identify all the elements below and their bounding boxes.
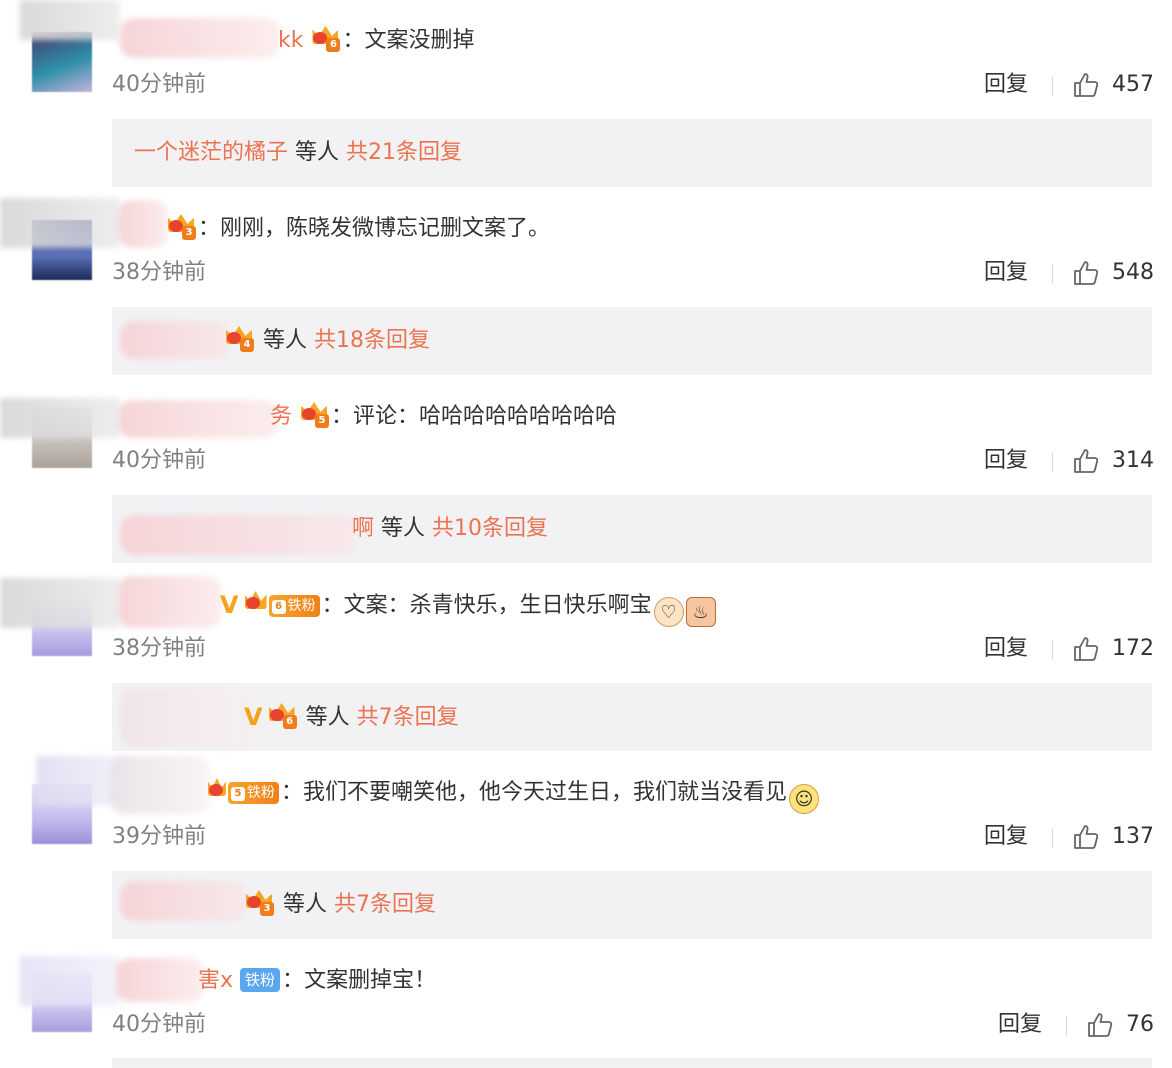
reply-button[interactable]: 回复	[984, 822, 1028, 852]
iron-fan-badge: 铁粉	[240, 968, 281, 992]
divider	[1052, 76, 1053, 96]
reply-button[interactable]: 回复	[984, 446, 1028, 476]
crown-badge-icon: 6	[310, 26, 341, 52]
blurred-reply-username	[120, 321, 230, 359]
divider	[1052, 640, 1053, 660]
kiss-emoji-icon: ♡	[653, 597, 684, 627]
blurred-reply-username	[120, 881, 248, 921]
divider	[1052, 828, 1053, 848]
blurred-username	[118, 576, 222, 628]
blurred-reply-username	[120, 689, 256, 747]
thumbs-up-icon[interactable]	[1072, 259, 1100, 287]
reply-mid-text: 等人	[283, 892, 328, 917]
divider	[1066, 1016, 1067, 1036]
reply-mid-text: 等人	[381, 516, 426, 541]
reply-preview[interactable]: 啊 等人 共10条回复	[112, 495, 1152, 563]
comment-body: kk 6 ：文案没删掉	[278, 26, 475, 53]
comment-text: 刚刚，陈晓发微博忘记删文案了。	[220, 216, 551, 241]
divider	[1052, 452, 1053, 472]
reply-username[interactable]: 一个迷茫的橘子	[134, 140, 288, 165]
dog-emoji-icon: ☺	[789, 784, 820, 814]
blurred-username	[118, 200, 168, 248]
fan-badge: 5 铁粉	[228, 782, 279, 804]
username-tail[interactable]: 害x	[198, 968, 233, 993]
username-tail[interactable]: 务	[270, 404, 292, 429]
crown-badge-icon	[243, 591, 267, 617]
comment-body: V 6 铁粉 ：文案：杀青快乐，生日快乐啊宝 ♡ ♨	[220, 590, 716, 627]
crown-badge-icon	[206, 778, 226, 804]
comment-time: 38分钟前	[112, 636, 206, 661]
crown-badge-icon: 3	[166, 214, 196, 240]
like-count: 76	[1126, 1012, 1154, 1037]
crown-badge-icon: 6	[267, 703, 297, 729]
blurred-username	[120, 18, 280, 58]
like-count: 137	[1112, 824, 1154, 849]
reply-mid-text: 等人	[263, 328, 308, 353]
vip-v-icon: V	[244, 703, 263, 731]
like-count: 457	[1112, 72, 1154, 97]
like-count: 548	[1112, 260, 1154, 285]
reply-username[interactable]: 啊	[352, 516, 374, 541]
thumbs-up-icon[interactable]	[1072, 823, 1100, 851]
comment-time: 39分钟前	[112, 824, 206, 849]
avatar[interactable]	[32, 32, 92, 92]
reply-preview[interactable]: 4 等人 共18条回复	[112, 307, 1152, 375]
reply-preview[interactable]: 3 等人 共7条回复	[112, 871, 1152, 939]
comment-time: 40分钟前	[112, 448, 206, 473]
blurred-avatar-top	[20, 0, 120, 40]
thumbs-up-icon[interactable]	[1072, 635, 1100, 663]
comment-text: 我们不要嘲笑他，他今天过生日，我们就当没看见	[303, 780, 788, 805]
reply-button[interactable]: 回复	[984, 70, 1028, 100]
blurred-avatar-top	[0, 398, 120, 438]
reply-total-link[interactable]: 共7条回复	[334, 892, 436, 917]
blurred-username	[116, 958, 204, 1002]
fan-badge: 6 铁粉	[268, 595, 320, 617]
comment-text: 文案没删掉	[364, 28, 475, 53]
crown-badge-icon: 5	[299, 402, 330, 428]
blurred-reply-username	[120, 515, 356, 555]
thumbs-up-icon[interactable]	[1072, 71, 1100, 99]
comment-body: 3 ：刚刚，陈晓发微博忘记删文案了。	[166, 214, 550, 244]
username-tail[interactable]: kk	[278, 28, 303, 53]
reply-button[interactable]: 回复	[998, 1010, 1042, 1040]
comment-body: 害x 铁粉 ：文案删掉宝！	[198, 968, 437, 993]
comment-time: 40分钟前	[112, 1012, 206, 1037]
reply-button[interactable]: 回复	[984, 258, 1028, 288]
comment-time: 38分钟前	[112, 260, 206, 285]
reply-preview-partial	[112, 1058, 1152, 1068]
comment-feed: kk 6 ：文案没删掉 40分钟前 回复 457 一个迷茫的橘子 等人 共21条回…	[0, 0, 1172, 1068]
reply-preview[interactable]: 一个迷茫的橘子 等人 共21条回复	[112, 119, 1152, 187]
reply-preview[interactable]: V6 等人 共7条回复	[112, 683, 1152, 751]
like-count: 314	[1112, 448, 1154, 473]
comment-body: 务 5 ：评论：哈哈哈哈哈哈哈哈哈	[270, 402, 618, 429]
comment-text: 文案删掉宝！	[304, 968, 437, 993]
blurred-avatar-top	[0, 578, 120, 628]
comment-body: 5 铁粉 ：我们不要嘲笑他，他今天过生日，我们就当没看见 ☺	[206, 778, 820, 814]
cake-emoji-icon: ♨	[685, 597, 716, 627]
like-count: 172	[1112, 636, 1154, 661]
reply-total-link[interactable]: 共10条回复	[432, 516, 548, 541]
divider	[1052, 264, 1053, 284]
comment-time: 40分钟前	[112, 72, 206, 97]
reply-mid-text: 等人	[305, 705, 350, 730]
blurred-username	[118, 400, 278, 438]
reply-total-link[interactable]: 共21条回复	[346, 140, 462, 165]
reply-button[interactable]: 回复	[984, 634, 1028, 664]
thumbs-up-icon[interactable]	[1072, 447, 1100, 475]
blurred-username	[110, 756, 210, 814]
crown-badge-icon: 3	[244, 890, 274, 916]
crown-badge-icon: 4	[224, 326, 254, 352]
blurred-avatar-top	[0, 198, 120, 248]
comment-text: 评论：哈哈哈哈哈哈哈哈哈	[353, 404, 618, 429]
vip-v-icon: V	[220, 591, 239, 619]
comment-text: 文案：杀青快乐，生日快乐啊宝	[343, 593, 652, 618]
reply-total-link[interactable]: 共7条回复	[357, 705, 459, 730]
blurred-avatar-top	[20, 956, 120, 1006]
reply-mid-text: 等人	[295, 140, 340, 165]
thumbs-up-icon[interactable]	[1086, 1011, 1114, 1039]
reply-total-link[interactable]: 共18条回复	[314, 328, 430, 353]
